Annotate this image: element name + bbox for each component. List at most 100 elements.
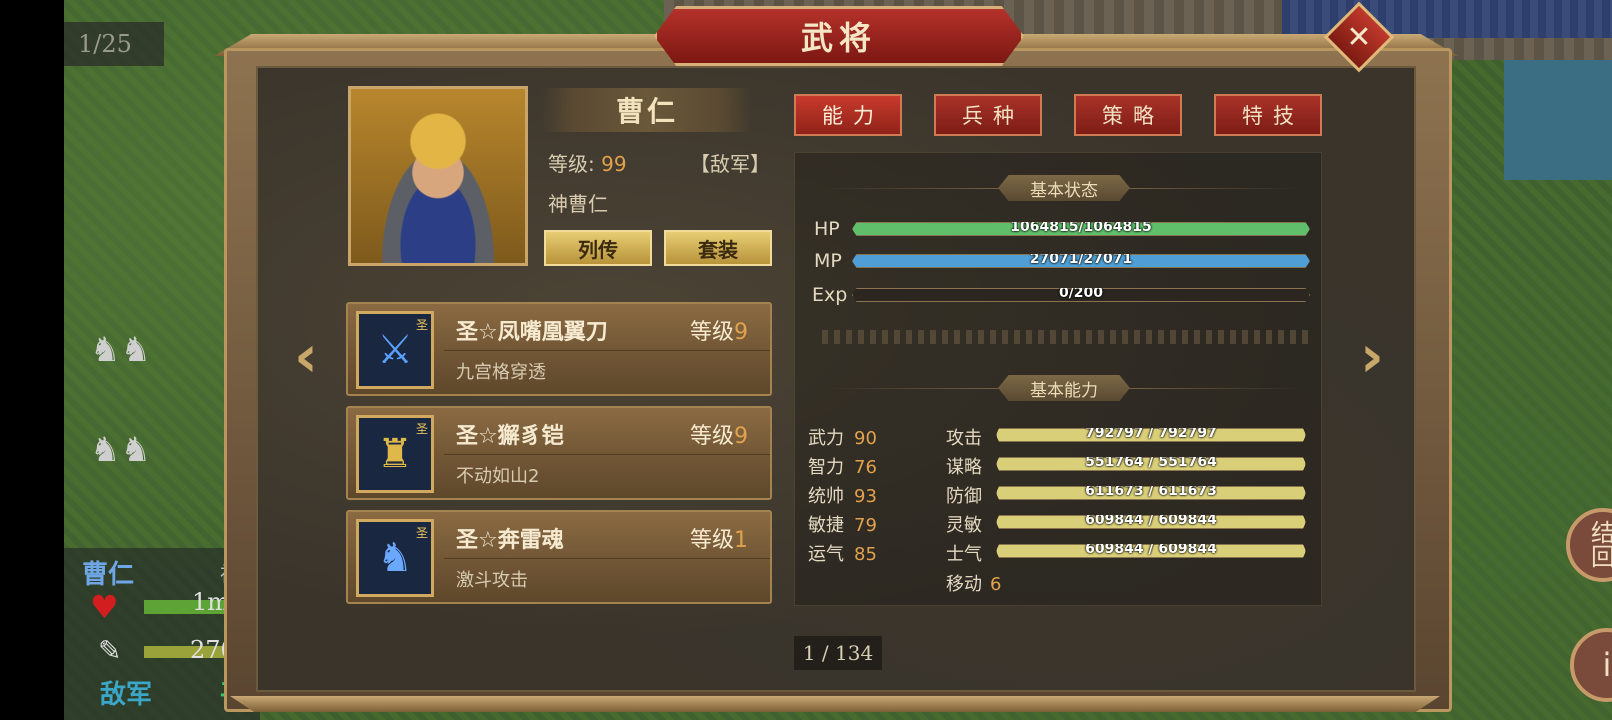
attr-label: 统帅 [808, 486, 844, 507]
attr-value: 85 [854, 544, 877, 565]
divider [444, 558, 770, 559]
combat-move: 移动 6 [946, 570, 1001, 596]
biography-button[interactable]: 列传 [544, 230, 652, 266]
equip-skill: 九宫格穿透 [456, 362, 546, 383]
equip-level: 等级9 [690, 418, 748, 450]
tab-strategy[interactable]: 策略 [1074, 94, 1182, 136]
unit-faction: 敌军 [100, 680, 153, 710]
equip-level-value: 1 [734, 528, 748, 553]
ornament-border [822, 330, 1308, 344]
feather-icon: ✎ [98, 634, 122, 667]
equipment-slot-steed[interactable]: ♞ 圣 圣☆奔雷魂 等级1 激斗攻击 [346, 510, 772, 604]
hp-label: HP [814, 218, 840, 240]
dialog-title: 武将 [800, 19, 877, 57]
attr-label: 敏捷 [808, 515, 844, 536]
info-icon: i [1602, 646, 1612, 684]
equip-skill: 激斗攻击 [456, 570, 528, 591]
exp-label: Exp [812, 284, 848, 306]
combat-attack-label: 攻击 [946, 428, 982, 449]
tab-special-skill[interactable]: 特技 [1214, 94, 1322, 136]
divider [444, 350, 770, 351]
unit-name: 曹仁 [82, 560, 135, 590]
mp-label: MP [814, 250, 842, 272]
equip-level-label: 等级 [689, 424, 734, 449]
infantry-units: ♞♞ [90, 430, 151, 470]
basic-status-header: 基本状态 [998, 175, 1130, 201]
cavalry-units: ♞♞ [90, 330, 151, 370]
morale-bar: 609844 / 609844 [996, 544, 1306, 558]
attr-luck: 运气 85 [808, 540, 877, 566]
attr-leadership: 统帅 93 [808, 482, 877, 508]
tab-label: 能力 [822, 104, 884, 128]
equip-level-value: 9 [734, 424, 748, 449]
defense-bar: 611673 / 611673 [996, 486, 1306, 500]
attr-value: 79 [854, 515, 877, 536]
general-name: 曹仁 [615, 95, 678, 128]
attr-value: 93 [854, 486, 877, 507]
tab-label: 策略 [1102, 104, 1164, 128]
combat-agility-label: 灵敏 [946, 515, 982, 536]
agility-bar: 609844 / 609844 [996, 515, 1306, 529]
equip-name: 圣☆奔雷魂 [456, 528, 564, 553]
general-faction: 【敌军】 [690, 152, 770, 176]
general-portrait [348, 86, 528, 266]
equip-skill: 不动如山2 [456, 466, 540, 487]
close-icon: ✕ [1346, 19, 1372, 55]
chevron-left-icon: ‹ [294, 322, 318, 390]
equip-name: 圣☆獬豸铠 [456, 424, 564, 449]
equip-level-label: 等级 [689, 320, 734, 345]
attr-agility: 敏捷 79 [808, 511, 877, 537]
strategy-bar: 551764 / 551764 [996, 457, 1306, 471]
equipment-slot-weapon[interactable]: ⚔ 圣 圣☆凤嘴凰翼刀 等级9 九宫格穿透 [346, 302, 772, 396]
halberd-icon: ⚔ 圣 [356, 311, 434, 389]
equip-name: 圣☆凤嘴凰翼刀 [456, 320, 608, 345]
equipment-set-button[interactable]: 套装 [664, 230, 772, 266]
attr-strength: 武力 90 [808, 424, 877, 450]
move-label: 移动 [946, 574, 982, 595]
combat-strategy-label: 谋略 [946, 457, 982, 478]
equip-badge: 圣 [415, 526, 428, 540]
dialog-title-banner: 武将 [654, 6, 1024, 66]
biography-label: 列传 [578, 237, 618, 262]
attr-label: 武力 [808, 428, 844, 449]
general-title: 神曹仁 [548, 192, 608, 216]
steed-icon: ♞ 圣 [356, 519, 434, 597]
equip-badge: 圣 [415, 318, 428, 332]
tab-troop-type[interactable]: 兵种 [934, 94, 1042, 136]
mp-bar: 27071/27071 [852, 254, 1310, 268]
name-plate: 曹仁 [542, 88, 752, 132]
equipment-set-label: 套装 [698, 237, 738, 262]
equip-level-label: 等级 [689, 528, 734, 553]
move-value: 6 [990, 574, 1002, 595]
attr-value: 76 [854, 457, 877, 478]
combat-defense-label: 防御 [946, 486, 982, 507]
attr-intelligence: 智力 76 [808, 453, 877, 479]
divider [444, 454, 770, 455]
combat-morale-label: 士气 [946, 544, 982, 565]
page-counter: 1 / 134 [794, 636, 882, 670]
equip-level: 等级1 [690, 522, 748, 554]
river [1504, 60, 1612, 180]
armor-icon: ♜ 圣 [356, 415, 434, 493]
level-label: 等级: [548, 152, 595, 176]
general-level: 等级: 99 [548, 148, 627, 177]
level-value: 99 [601, 152, 627, 176]
equip-level-value: 9 [734, 320, 748, 345]
basic-ability-header: 基本能力 [998, 375, 1130, 401]
attr-label: 运气 [808, 544, 844, 565]
prev-general-button[interactable]: ‹ [286, 322, 326, 390]
basic-ability-label: 基本能力 [1030, 380, 1098, 401]
tab-ability[interactable]: 能力 [794, 94, 902, 136]
chevron-right-icon: › [1360, 322, 1384, 390]
attr-label: 智力 [808, 457, 844, 478]
equip-badge: 圣 [415, 422, 428, 436]
end-turn-label: 结 回 [1591, 519, 1612, 571]
attack-bar: 792797 / 792797 [996, 428, 1306, 442]
tab-label: 兵种 [962, 104, 1024, 128]
next-general-button[interactable]: › [1352, 322, 1392, 390]
equipment-slot-armor[interactable]: ♜ 圣 圣☆獬豸铠 等级9 不动如山2 [346, 406, 772, 500]
attr-value: 90 [854, 428, 877, 449]
dialog-bottom-rail [230, 696, 1440, 712]
heart-icon: ♥ [90, 588, 119, 626]
equip-level: 等级9 [690, 314, 748, 346]
